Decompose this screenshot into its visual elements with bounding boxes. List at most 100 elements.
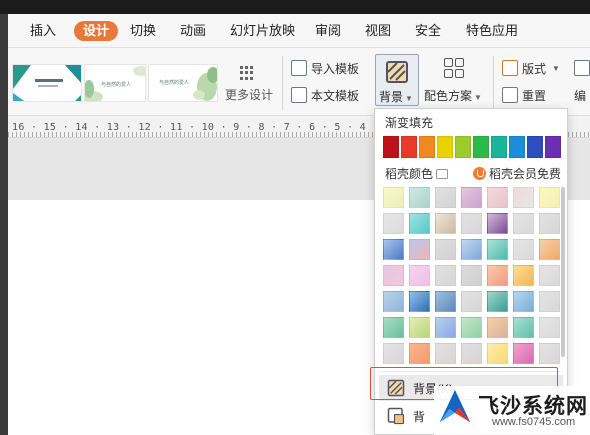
solid-color-swatch[interactable] xyxy=(473,136,489,158)
gradient-swatch[interactable] xyxy=(435,343,456,364)
more-design-button[interactable]: 更多设计 xyxy=(222,66,276,102)
gradient-swatch[interactable] xyxy=(513,239,534,260)
text-template-icon xyxy=(291,87,307,103)
gradient-swatch[interactable] xyxy=(409,213,430,234)
site-url: www.fs0745.com xyxy=(492,416,576,428)
member-free-label[interactable]: 稻壳会员免费 xyxy=(473,165,561,182)
color-scheme-button[interactable]: 配色方案 ▼ xyxy=(422,56,488,108)
gradient-swatch[interactable] xyxy=(539,317,560,338)
left-window-edge xyxy=(0,14,8,435)
solid-color-swatch[interactable] xyxy=(545,136,561,158)
swatch-scrollbar[interactable] xyxy=(561,187,565,357)
gradient-swatch[interactable] xyxy=(435,239,456,260)
gradient-swatch[interactable] xyxy=(487,291,508,312)
gradient-swatch[interactable] xyxy=(409,291,430,312)
layout-icon xyxy=(502,60,518,76)
gradient-swatch[interactable] xyxy=(513,343,534,364)
gradient-swatch[interactable] xyxy=(539,291,560,312)
import-template-button[interactable]: 导入模板 xyxy=(291,58,359,78)
gradient-swatch[interactable] xyxy=(383,239,404,260)
ribbon-divider xyxy=(493,56,494,110)
gradient-swatch[interactable] xyxy=(487,213,508,234)
gradient-swatch[interactable] xyxy=(383,187,404,208)
gradient-swatch[interactable] xyxy=(539,239,560,260)
gradient-swatch[interactable] xyxy=(539,343,560,364)
edit-icon xyxy=(574,60,590,76)
gradient-swatch[interactable] xyxy=(513,317,534,338)
template-thumbnail-3-title: 与自然的爱人 xyxy=(159,80,190,86)
gradient-swatch[interactable] xyxy=(435,291,456,312)
menu-tab-8[interactable]: 特色应用 xyxy=(466,21,518,41)
gradient-swatch[interactable] xyxy=(461,213,482,234)
gradient-swatch[interactable] xyxy=(539,213,560,234)
solid-color-swatch[interactable] xyxy=(527,136,543,158)
background-save-icon xyxy=(387,407,405,425)
gradient-swatch[interactable] xyxy=(409,265,430,286)
gradient-swatch[interactable] xyxy=(383,213,404,234)
reset-button[interactable]: 重置 xyxy=(502,85,546,105)
template-thumbnail-1[interactable] xyxy=(12,64,82,102)
color-scheme-label: 配色方案 ▼ xyxy=(424,89,482,103)
gradient-swatch[interactable] xyxy=(435,187,456,208)
text-template-button[interactable]: 本文模板 xyxy=(291,85,359,105)
gradient-swatch[interactable] xyxy=(513,265,534,286)
gradient-swatch[interactable] xyxy=(383,265,404,286)
import-template-icon xyxy=(291,60,307,76)
solid-color-swatch[interactable] xyxy=(437,136,453,158)
menu-tab-0[interactable]: 插入 xyxy=(30,21,56,41)
solid-color-swatch[interactable] xyxy=(401,136,417,158)
gradient-swatch[interactable] xyxy=(461,265,482,286)
gradient-swatch[interactable] xyxy=(487,239,508,260)
gradient-swatch[interactable] xyxy=(383,317,404,338)
menu-tab-2[interactable]: 切换 xyxy=(130,21,156,41)
gradient-swatch[interactable] xyxy=(461,291,482,312)
gradient-swatch[interactable] xyxy=(435,265,456,286)
gradient-swatch[interactable] xyxy=(461,343,482,364)
menu-tab-5[interactable]: 审阅 xyxy=(315,21,341,41)
edit-button-partial[interactable] xyxy=(574,58,590,78)
gradient-swatch[interactable] xyxy=(409,187,430,208)
menu-tab-3[interactable]: 动画 xyxy=(180,21,206,41)
solid-color-swatch[interactable] xyxy=(491,136,507,158)
gradient-swatch[interactable] xyxy=(409,343,430,364)
menu-tab-7[interactable]: 安全 xyxy=(415,21,441,41)
solid-color-swatch[interactable] xyxy=(455,136,471,158)
gradient-swatch[interactable] xyxy=(539,265,560,286)
gradient-swatch[interactable] xyxy=(435,317,456,338)
gradient-swatch[interactable] xyxy=(383,291,404,312)
solid-color-swatch[interactable] xyxy=(419,136,435,158)
background-save-label: 背 xyxy=(413,409,426,424)
menu-tab-1[interactable]: 设计 xyxy=(74,21,119,41)
layout-button[interactable]: 版式 ▼ xyxy=(502,58,560,78)
edit-label-partial: 编 xyxy=(574,88,587,103)
gradient-swatch[interactable] xyxy=(409,317,430,338)
gradient-swatch[interactable] xyxy=(513,291,534,312)
solid-color-row xyxy=(383,136,561,158)
gradient-swatch[interactable] xyxy=(461,239,482,260)
solid-color-swatch[interactable] xyxy=(509,136,525,158)
gradient-swatch[interactable] xyxy=(409,239,430,260)
gradient-swatch[interactable] xyxy=(487,343,508,364)
screen: 插入 设计 切换 动画 幻灯片放映 审阅 视图 安全 特色应用 与自然的爱人 与… xyxy=(0,0,590,435)
ribbon-toolbar: 与自然的爱人 与自然的爱人 更多设计 导入模板 本文模板 背景 ▼ 配色方案 ▼… xyxy=(8,48,590,116)
gradient-swatch[interactable] xyxy=(539,187,560,208)
solid-color-swatch[interactable] xyxy=(383,136,399,158)
gradient-swatch[interactable] xyxy=(383,343,404,364)
menu-tab-6[interactable]: 视图 xyxy=(365,21,391,41)
gradient-swatch[interactable] xyxy=(487,317,508,338)
gradient-swatch[interactable] xyxy=(487,265,508,286)
gradient-swatch[interactable] xyxy=(461,187,482,208)
template-thumbnail-3[interactable]: 与自然的爱人 xyxy=(148,64,218,102)
template-thumbnail-2[interactable]: 与自然的爱人 xyxy=(84,64,146,102)
layout-label: 版式 xyxy=(522,61,547,76)
menu-tab-4[interactable]: 幻灯片放映 xyxy=(230,21,295,41)
background-button[interactable]: 背景 ▼ xyxy=(375,54,419,106)
site-logo-icon xyxy=(439,389,471,423)
gradient-swatch[interactable] xyxy=(461,317,482,338)
gradient-swatch[interactable] xyxy=(487,187,508,208)
chevron-down-icon: ▼ xyxy=(405,94,413,103)
gradient-swatch[interactable] xyxy=(435,213,456,234)
gradient-swatch[interactable] xyxy=(513,213,534,234)
gradient-fill-title: 渐变填充 xyxy=(385,116,434,130)
gradient-swatch[interactable] xyxy=(513,187,534,208)
